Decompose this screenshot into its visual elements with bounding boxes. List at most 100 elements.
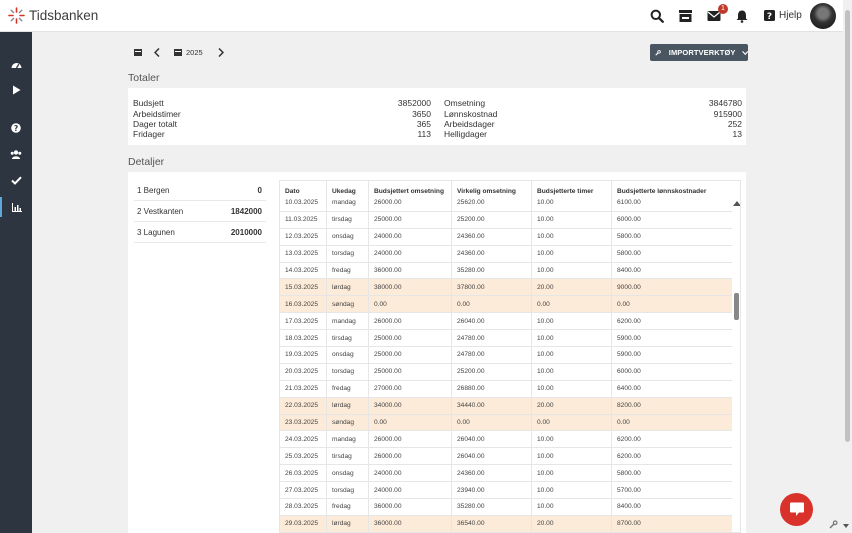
sidebar-item-reports[interactable] bbox=[0, 197, 32, 217]
chevron-right-icon[interactable] bbox=[218, 48, 224, 57]
table-row[interactable]: 21.03.2025 fredag 27000.00 26880.00 10.00 640… bbox=[280, 380, 732, 398]
table-row[interactable]: 19.03.2025 onsdag 25000.00 24780.00 10.00 590… bbox=[280, 347, 732, 364]
table-scrollbar[interactable] bbox=[732, 201, 740, 532]
year-label[interactable]: 2025 bbox=[186, 48, 203, 57]
total-label: Fridager bbox=[133, 129, 165, 139]
table-row[interactable]: 24.03.2025 mandag 26000.00 26040.00 10.00 620… bbox=[280, 431, 732, 449]
cell-budgeted-revenue: 34000.00 bbox=[369, 397, 452, 414]
top-bar: Tidsbanken 1 ? Hjelp bbox=[0, 0, 843, 32]
table-row[interactable]: 13.03.2025 torsdag 24000.00 24360.00 10.00 58… bbox=[280, 245, 732, 263]
scroll-down-arrow-icon[interactable] bbox=[843, 524, 849, 528]
table-row[interactable]: 25.03.2025 tirsdag 26000.00 26040.00 10.00 62… bbox=[280, 448, 732, 466]
cell-actual-revenue: 24780.00 bbox=[452, 330, 532, 347]
page-scrollbar-thumb[interactable] bbox=[845, 10, 850, 442]
table-row[interactable]: 29.03.2025 lørdag 36000.00 36540.00 20.00 870… bbox=[280, 515, 732, 532]
cell-budgeted-hours: 10.00 bbox=[532, 347, 612, 363]
totals-title: Totaler bbox=[128, 72, 160, 84]
table-row[interactable]: 18.03.2025 tirsdag 25000.00 24780.00 10.00 59… bbox=[280, 330, 732, 348]
sidebar-item-help[interactable]: ? bbox=[0, 118, 32, 138]
cell-date: 21.03.2025 bbox=[280, 380, 327, 397]
cell-date: 18.03.2025 bbox=[280, 330, 327, 347]
cell-budgeted-wages: 5700.00 bbox=[617, 486, 641, 494]
svg-text:?: ? bbox=[14, 124, 18, 133]
cell-budgeted-wages: 8400.00 bbox=[617, 503, 641, 511]
bell-icon[interactable] bbox=[735, 9, 749, 23]
store-icon[interactable] bbox=[678, 9, 693, 23]
cell-budgeted-revenue: 24000.00 bbox=[369, 482, 452, 499]
cell-actual-revenue: 26040.00 bbox=[452, 448, 532, 465]
help-link[interactable]: Hjelp bbox=[779, 10, 802, 21]
chat-button[interactable] bbox=[780, 493, 813, 526]
cell-date: 23.03.2025 bbox=[280, 414, 327, 431]
table-row[interactable]: 11.03.2025 tirsdag 25000.00 25200.00 10.00 60… bbox=[280, 211, 732, 229]
cell-actual-revenue: 36540.00 bbox=[452, 515, 532, 532]
department-item[interactable]: 2 Vestkanten 1842000 bbox=[134, 201, 266, 222]
table-row[interactable]: 15.03.2025 lørdag 38000.00 37800.00 20.00 900… bbox=[280, 279, 732, 297]
cell-budgeted-hours: 20.00 bbox=[532, 515, 612, 532]
cell-actual-revenue: 34440.00 bbox=[452, 397, 532, 414]
cell-actual-revenue: 24360.00 bbox=[452, 245, 532, 262]
table-row[interactable]: 10.03.2025 mandag 26000.00 25620.00 10.00 610… bbox=[280, 195, 732, 212]
table-row[interactable]: 17.03.2025 mandag 26000.00 26040.00 10.00 620… bbox=[280, 313, 732, 331]
cell-weekday: søndag bbox=[327, 414, 369, 431]
play-icon bbox=[12, 85, 20, 95]
table-row[interactable]: 23.03.2025 søndag 0.00 0.00 0.00 0.00 bbox=[280, 414, 732, 432]
help-icon[interactable]: ? bbox=[764, 10, 775, 21]
cell-budgeted-wages: 9000.00 bbox=[617, 283, 641, 291]
table-row[interactable]: 26.03.2025 onsdag 24000.00 24360.00 10.00 580… bbox=[280, 465, 732, 483]
table-row[interactable]: 28.03.2025 fredag 36000.00 35280.00 10.00 840… bbox=[280, 499, 732, 516]
import-tools-button[interactable]: IMPORTVERKTØY bbox=[650, 44, 748, 61]
app-logo[interactable]: Tidsbanken bbox=[8, 7, 98, 24]
scrollbar-thumb[interactable] bbox=[734, 293, 739, 320]
department-item[interactable]: 1 Bergen 0 bbox=[134, 180, 266, 201]
sidebar-item-approve[interactable] bbox=[0, 170, 32, 190]
table-body: 10.03.2025 mandag 26000.00 25620.00 10.00 610… bbox=[280, 195, 732, 532]
cell-date: 15.03.2025 bbox=[280, 279, 327, 296]
cell-weekday: lørdag bbox=[327, 279, 369, 296]
daily-budget-table: Dato Ukedag Budsjettert omsetning Virkel… bbox=[279, 180, 741, 533]
user-avatar[interactable] bbox=[810, 3, 836, 29]
cell-weekday: torsdag bbox=[327, 363, 369, 380]
users-icon bbox=[10, 149, 22, 159]
calendar-icon[interactable] bbox=[134, 48, 142, 56]
cell-actual-revenue: 24780.00 bbox=[452, 347, 532, 363]
cell-date: 19.03.2025 bbox=[280, 347, 327, 363]
cell-weekday: torsdag bbox=[327, 245, 369, 262]
table-row[interactable]: 12.03.2025 onsdag 24000.00 24360.00 10.00 580… bbox=[280, 228, 732, 246]
table-row[interactable]: 22.03.2025 lørdag 34000.00 34440.00 20.00 820… bbox=[280, 397, 732, 415]
search-icon[interactable] bbox=[650, 9, 664, 23]
table-row[interactable]: 20.03.2025 torsdag 25000.00 25200.00 10.00 60… bbox=[280, 363, 732, 381]
cell-budgeted-revenue: 38000.00 bbox=[369, 279, 452, 296]
cell-actual-revenue: 26040.00 bbox=[452, 431, 532, 448]
bar-chart-icon bbox=[12, 202, 22, 212]
cell-budgeted-wages: 8700.00 bbox=[617, 520, 641, 528]
chevron-left-icon[interactable] bbox=[154, 48, 160, 57]
cell-budgeted-wages: 5800.00 bbox=[617, 233, 641, 241]
sidebar-item-dashboard[interactable] bbox=[0, 54, 32, 74]
sidebar-item-users[interactable] bbox=[0, 144, 32, 164]
mail-button[interactable]: 1 bbox=[707, 4, 728, 23]
cell-budgeted-revenue: 26000.00 bbox=[369, 431, 452, 448]
cell-budgeted-revenue: 26000.00 bbox=[369, 448, 452, 465]
table-row[interactable]: 16.03.2025 søndag 0.00 0.00 0.00 0.00 bbox=[280, 296, 732, 314]
cell-budgeted-hours: 0.00 bbox=[532, 414, 612, 431]
department-amount: 2010000 bbox=[230, 227, 262, 237]
table-row[interactable]: 27.03.2025 torsdag 24000.00 23940.00 10.00 57… bbox=[280, 482, 732, 500]
settings-wrench-icon[interactable] bbox=[829, 520, 838, 529]
page-scrollbar[interactable] bbox=[843, 0, 852, 533]
cell-budgeted-hours: 10.00 bbox=[532, 465, 612, 482]
table-row[interactable]: 14.03.2025 fredag 36000.00 35280.00 10.00 840… bbox=[280, 262, 732, 280]
cell-budgeted-wages: 8400.00 bbox=[617, 267, 641, 274]
calendar-small-icon bbox=[174, 49, 182, 56]
cell-budgeted-wages: 5900.00 bbox=[617, 351, 641, 359]
cell-budgeted-hours: 20.00 bbox=[532, 397, 612, 414]
cell-date: 17.03.2025 bbox=[280, 313, 327, 330]
cell-budgeted-hours: 10.00 bbox=[532, 195, 612, 211]
cell-budgeted-wages: 5800.00 bbox=[617, 469, 641, 477]
cell-date: 14.03.2025 bbox=[280, 262, 327, 279]
chevron-down-icon bbox=[741, 50, 748, 55]
sidebar-item-play[interactable] bbox=[0, 80, 32, 100]
department-item[interactable]: 3 Lagunen 2010000 bbox=[134, 222, 266, 243]
scroll-up-arrow-icon[interactable] bbox=[733, 201, 740, 206]
cell-weekday: fredag bbox=[327, 380, 369, 397]
